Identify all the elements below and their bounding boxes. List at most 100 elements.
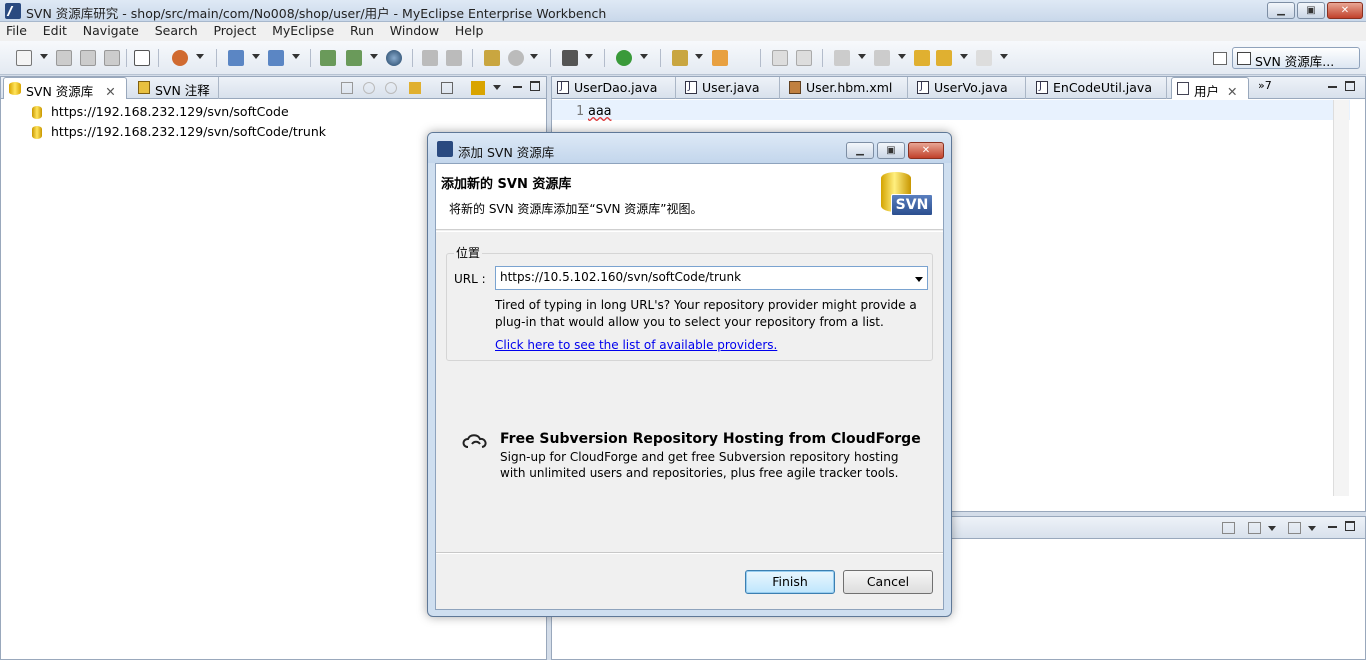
close-window-button[interactable]: ✕ (1327, 2, 1363, 19)
toolbar-separator (126, 49, 127, 67)
camera-icon[interactable] (562, 50, 578, 66)
close-tab-icon[interactable]: ✕ (1227, 84, 1237, 99)
tab-overflow[interactable]: »7 (1258, 79, 1272, 92)
menu-window[interactable]: Window (384, 22, 445, 39)
maximize-view-icon[interactable] (530, 81, 540, 91)
run-task-icon[interactable] (346, 50, 362, 66)
new-project-dropdown-icon[interactable] (196, 54, 204, 59)
next-annotation-icon[interactable] (834, 50, 850, 66)
back-dropdown-icon[interactable] (960, 54, 968, 59)
menu-file[interactable]: File (0, 22, 33, 39)
pin-console-icon[interactable] (1222, 522, 1235, 534)
prev-annotation-icon[interactable] (874, 50, 890, 66)
dialog-body: 添加新的 SVN 资源库 将新的 SVN 资源库添加至“SVN 资源库”视图。 … (435, 163, 944, 610)
tab-user-java[interactable]: User.java (680, 77, 780, 99)
forward-dropdown-icon[interactable] (1000, 54, 1008, 59)
providers-link[interactable]: Click here to see the list of available … (495, 338, 777, 352)
server-dropdown-icon[interactable] (292, 54, 300, 59)
tab-user-hbm-xml[interactable]: User.hbm.xml (784, 77, 908, 99)
display-console-dropdown-icon[interactable] (1268, 526, 1276, 531)
menu-myeclipse[interactable]: MyEclipse (266, 22, 340, 39)
forward-nav-icon[interactable] (385, 82, 397, 94)
run-icon[interactable] (616, 50, 632, 66)
menu-help[interactable]: Help (449, 22, 490, 39)
maximize-view-icon[interactable] (1345, 521, 1355, 531)
forward-icon[interactable] (976, 50, 992, 66)
run-dropdown-icon[interactable] (640, 54, 648, 59)
open-resource-icon[interactable] (446, 50, 462, 66)
minimize-view-icon[interactable] (1328, 86, 1337, 88)
menu-navigate[interactable]: Navigate (77, 22, 145, 39)
deploy-icon[interactable] (228, 50, 244, 66)
open-perspective-icon[interactable] (1213, 52, 1227, 65)
vertical-scrollbar[interactable] (1333, 100, 1349, 496)
deploy-dropdown-icon[interactable] (252, 54, 260, 59)
new-project-icon[interactable] (172, 50, 188, 66)
print-icon[interactable] (104, 50, 120, 66)
db-explorer-icon[interactable] (320, 50, 336, 66)
display-console-icon[interactable] (1248, 522, 1261, 534)
collapse-all-icon[interactable] (441, 82, 453, 94)
tab-label: EnCodeUtil.java (1053, 80, 1152, 95)
last-edit-icon[interactable] (914, 50, 930, 66)
binary-icon[interactable] (134, 50, 150, 66)
home-icon[interactable] (341, 82, 353, 94)
cloudforge-title[interactable]: Free Subversion Repository Hosting from … (500, 431, 921, 447)
new-file-icon[interactable] (16, 50, 32, 66)
dialog-minimize-button[interactable]: ▁ (846, 142, 874, 159)
menu-project[interactable]: Project (207, 22, 262, 39)
maximize-button[interactable]: ▣ (1297, 2, 1325, 19)
settings-dropdown-icon[interactable] (530, 54, 538, 59)
minimize-button[interactable]: ▁ (1267, 2, 1295, 19)
minimize-view-icon[interactable] (1328, 526, 1337, 528)
dialog-close-button[interactable]: ✕ (908, 142, 944, 159)
properties-icon[interactable] (484, 50, 500, 66)
cloudforge-line-2: with unlimited users and repositories, p… (500, 466, 899, 480)
tab-encodeutil-java[interactable]: EnCodeUtil.java (1031, 77, 1167, 99)
tab-user-file[interactable]: 用户 ✕ (1171, 77, 1249, 99)
chevron-down-icon[interactable] (915, 277, 923, 282)
server-icon[interactable] (268, 50, 284, 66)
tab-svn-annotations[interactable]: SVN 注释 (133, 77, 219, 99)
minimize-view-icon[interactable] (513, 86, 522, 88)
tab-userdao-java[interactable]: UserDao.java (552, 77, 676, 99)
maximize-view-icon[interactable] (1345, 81, 1355, 91)
java-file-icon (557, 81, 569, 94)
tab-svn-repositories[interactable]: SVN 资源库 ✕ (3, 77, 127, 99)
prev-annotation-dropdown-icon[interactable] (898, 54, 906, 59)
perspective-switcher[interactable]: SVN 资源库... (1232, 47, 1360, 69)
myeclipse-app-icon (5, 3, 21, 19)
open-type-icon[interactable] (422, 50, 438, 66)
globe-icon[interactable] (386, 50, 402, 66)
menu-search[interactable]: Search (149, 22, 204, 39)
save-all-icon[interactable] (80, 50, 96, 66)
new-dropdown-icon[interactable] (40, 54, 48, 59)
run-task-dropdown-icon[interactable] (370, 54, 378, 59)
next-annotation-dropdown-icon[interactable] (858, 54, 866, 59)
finish-button[interactable]: Finish (745, 570, 835, 594)
url-input[interactable] (500, 270, 905, 284)
camera-dropdown-icon[interactable] (585, 54, 593, 59)
cancel-button[interactable]: Cancel (843, 570, 933, 594)
show-whitespace-icon[interactable] (796, 50, 812, 66)
editor-text[interactable]: aaa (588, 104, 611, 119)
open-console-icon[interactable] (1288, 522, 1301, 534)
open-console-dropdown-icon[interactable] (1308, 526, 1316, 531)
dialog-maximize-button[interactable]: ▣ (877, 142, 905, 159)
open-folder-icon[interactable] (712, 50, 728, 66)
save-icon[interactable] (56, 50, 72, 66)
back-icon[interactable] (936, 50, 952, 66)
toggle-mark-icon[interactable] (772, 50, 788, 66)
menu-run[interactable]: Run (344, 22, 380, 39)
close-tab-icon[interactable]: ✕ (105, 84, 115, 99)
debug-icon[interactable] (672, 50, 688, 66)
debug-dropdown-icon[interactable] (695, 54, 703, 59)
back-nav-icon[interactable] (363, 82, 375, 94)
add-repository-icon[interactable] (471, 81, 485, 95)
tab-uservo-java[interactable]: UserVo.java (912, 77, 1026, 99)
refresh-icon[interactable] (409, 82, 421, 94)
view-menu-icon[interactable] (493, 85, 501, 90)
url-combo[interactable] (495, 266, 928, 290)
menu-edit[interactable]: Edit (37, 22, 73, 39)
settings-icon[interactable] (508, 50, 524, 66)
